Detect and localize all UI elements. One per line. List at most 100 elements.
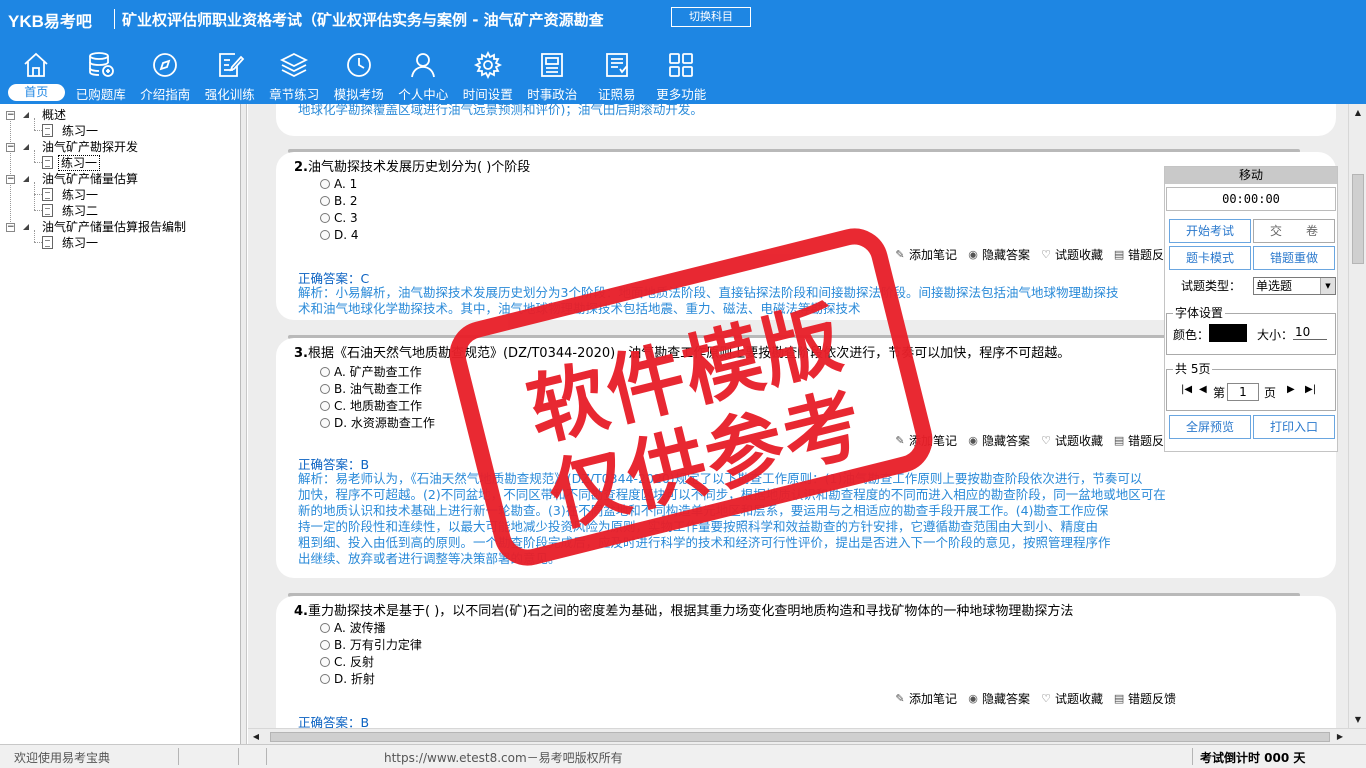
radio-button[interactable] <box>320 196 330 206</box>
scroll-thumb[interactable] <box>1352 174 1364 264</box>
favorite-button[interactable]: ♡ 试题收藏 <box>1040 246 1103 263</box>
collapse-icon[interactable]: − <box>6 175 15 184</box>
nav-label: 更多功能 <box>656 87 707 102</box>
radio-button[interactable] <box>320 367 330 377</box>
first-page-icon[interactable]: |◀ <box>1181 384 1192 395</box>
action-label: 隐藏答案 <box>982 248 1031 262</box>
favorite-button[interactable]: ♡ 试题收藏 <box>1040 432 1103 449</box>
vertical-scrollbar[interactable]: ▲ ▼ <box>1348 104 1366 728</box>
card-mode-button[interactable]: 题卡模式 <box>1169 246 1251 270</box>
page-suffix: 页 <box>1264 386 1277 400</box>
hide-answer-button[interactable]: ◉ 隐藏答案 <box>967 432 1030 449</box>
option-a[interactable]: A. 1 <box>320 177 357 191</box>
scroll-down-icon[interactable]: ▼ <box>1349 711 1366 728</box>
tree-exercise[interactable]: 练习一 <box>0 187 100 203</box>
collapse-icon[interactable]: − <box>6 111 15 120</box>
question-type-select[interactable]: 单选题 ▼ <box>1253 277 1336 295</box>
chevron-down-icon[interactable]: ▼ <box>1320 278 1335 294</box>
option-d[interactable]: D. 水资源勘查工作 <box>320 414 435 431</box>
option-c[interactable]: C. 3 <box>320 211 358 225</box>
horizontal-scrollbar[interactable]: ◀ ▶ <box>248 728 1366 744</box>
scroll-left-icon[interactable]: ◀ <box>248 729 264 745</box>
nav-training[interactable]: 强化训练 <box>198 46 263 104</box>
tree-chapter-report[interactable]: − 油气矿产储量估算报告编制 <box>0 219 188 235</box>
last-page-icon[interactable]: ▶| <box>1305 384 1316 395</box>
pane-splitter[interactable] <box>241 104 247 744</box>
switch-subject-button[interactable]: 切换科目 <box>671 7 751 27</box>
eye-icon: ◉ <box>968 691 978 705</box>
option-label: B. 万有引力定律 <box>334 638 422 652</box>
option-b[interactable]: B. 万有引力定律 <box>320 636 422 653</box>
radio-button[interactable] <box>320 418 330 428</box>
nav-time-settings[interactable]: 时间设置 <box>456 46 521 104</box>
option-b[interactable]: B. 2 <box>320 194 358 208</box>
nav-current-affairs[interactable]: 时事政治 <box>520 46 585 104</box>
question-title: 2.油气勘探技术发展历史划分为( )个阶段 <box>294 156 530 175</box>
nav-purchased[interactable]: 已购题库 <box>69 46 134 104</box>
radio-button[interactable] <box>320 657 330 667</box>
next-page-icon[interactable]: ▶ <box>1287 384 1295 395</box>
feedback-button[interactable]: ▤ 错题反馈 <box>1113 690 1176 707</box>
prev-page-icon[interactable]: ◀ <box>1199 384 1207 395</box>
analysis-text: 地球化学勘探覆盖区域进行油气远景预测和评价)；油气田后期滚动开发。 <box>298 104 703 117</box>
radio-button[interactable] <box>320 213 330 223</box>
database-icon <box>88 52 114 77</box>
font-size-input[interactable]: 10 <box>1293 324 1327 340</box>
tree-chapter-reserve[interactable]: − 油气矿产储量估算 <box>0 171 140 187</box>
option-c[interactable]: C. 地质勘查工作 <box>320 397 422 414</box>
option-a[interactable]: A. 波传播 <box>320 619 386 636</box>
radio-button[interactable] <box>320 640 330 650</box>
redo-wrong-button[interactable]: 错题重做 <box>1253 246 1335 270</box>
tree-exercise[interactable]: 练习二 <box>0 203 100 219</box>
submit-button[interactable]: 交 卷 <box>1253 219 1335 243</box>
color-swatch[interactable] <box>1209 324 1247 342</box>
panel-move-handle[interactable]: 移动 <box>1165 167 1337 184</box>
radio-button[interactable] <box>320 623 330 633</box>
scroll-thumb[interactable] <box>270 732 1330 742</box>
action-label: 试题收藏 <box>1055 692 1104 706</box>
nav-mock-exam[interactable]: 模拟考场 <box>327 46 392 104</box>
add-note-button[interactable]: ✎ 添加笔记 <box>894 690 957 707</box>
option-b[interactable]: B. 油气勘查工作 <box>320 380 422 397</box>
question-actions: ✎ 添加笔记 ◉ 隐藏答案 ♡ 试题收藏 ▤ 错题反馈 <box>894 246 1176 263</box>
option-a[interactable]: A. 矿产勘查工作 <box>320 363 422 380</box>
scroll-up-icon[interactable]: ▲ <box>1349 104 1366 121</box>
option-d[interactable]: D. 折射 <box>320 670 375 687</box>
scroll-right-icon[interactable]: ▶ <box>1332 729 1348 745</box>
radio-button[interactable] <box>320 674 330 684</box>
nav-more[interactable]: 更多功能 <box>649 46 714 104</box>
add-note-button[interactable]: ✎ 添加笔记 <box>894 432 957 449</box>
fullscreen-preview-button[interactable]: 全屏预览 <box>1169 415 1251 439</box>
option-c[interactable]: C. 反射 <box>320 653 374 670</box>
tree-chapter-overview[interactable]: − 概述 <box>0 107 68 123</box>
page-input[interactable]: 1 <box>1227 383 1259 401</box>
hide-answer-button[interactable]: ◉ 隐藏答案 <box>967 690 1030 707</box>
radio-button[interactable] <box>320 179 330 189</box>
start-exam-button[interactable]: 开始考试 <box>1169 219 1251 243</box>
favorite-button[interactable]: ♡ 试题收藏 <box>1040 690 1103 707</box>
tree-chapter-exploration[interactable]: − 油气矿产勘探开发 <box>0 139 140 155</box>
tree-exercise-selected[interactable]: 练习一 <box>0 155 101 171</box>
nav-label: 章节练习 <box>269 87 320 102</box>
add-note-button[interactable]: ✎ 添加笔记 <box>894 246 957 263</box>
nav-guide[interactable]: 介绍指南 <box>133 46 198 104</box>
print-button[interactable]: 打印入口 <box>1253 415 1335 439</box>
certificate-icon <box>605 53 628 77</box>
option-d[interactable]: D. 4 <box>320 228 359 242</box>
nav-profile[interactable]: 个人中心 <box>391 46 456 104</box>
tree-exercise[interactable]: 练习一 <box>0 235 100 251</box>
nav-home[interactable]: 首页 <box>4 46 69 104</box>
tree-exercise[interactable]: 练习一 <box>0 123 100 139</box>
nav-certificate[interactable]: 证照易 <box>585 46 650 104</box>
radio-button[interactable] <box>320 401 330 411</box>
nav-chapter[interactable]: 章节练习 <box>262 46 327 104</box>
radio-button[interactable] <box>320 384 330 394</box>
question-card-1: 地球化学勘探覆盖区域进行油气远景预测和评价)；油气田后期滚动开发。 <box>276 104 1336 136</box>
radio-button[interactable] <box>320 230 330 240</box>
collapse-icon[interactable]: − <box>6 223 15 232</box>
collapse-icon[interactable]: − <box>6 143 15 152</box>
question-title: 3.根据《石油天然气地质勘查规范》(DZ/T0344-2020)，油气勘查工作原… <box>294 342 1070 361</box>
grid-icon <box>669 53 694 77</box>
action-label: 添加笔记 <box>909 434 958 448</box>
hide-answer-button[interactable]: ◉ 隐藏答案 <box>967 246 1030 263</box>
